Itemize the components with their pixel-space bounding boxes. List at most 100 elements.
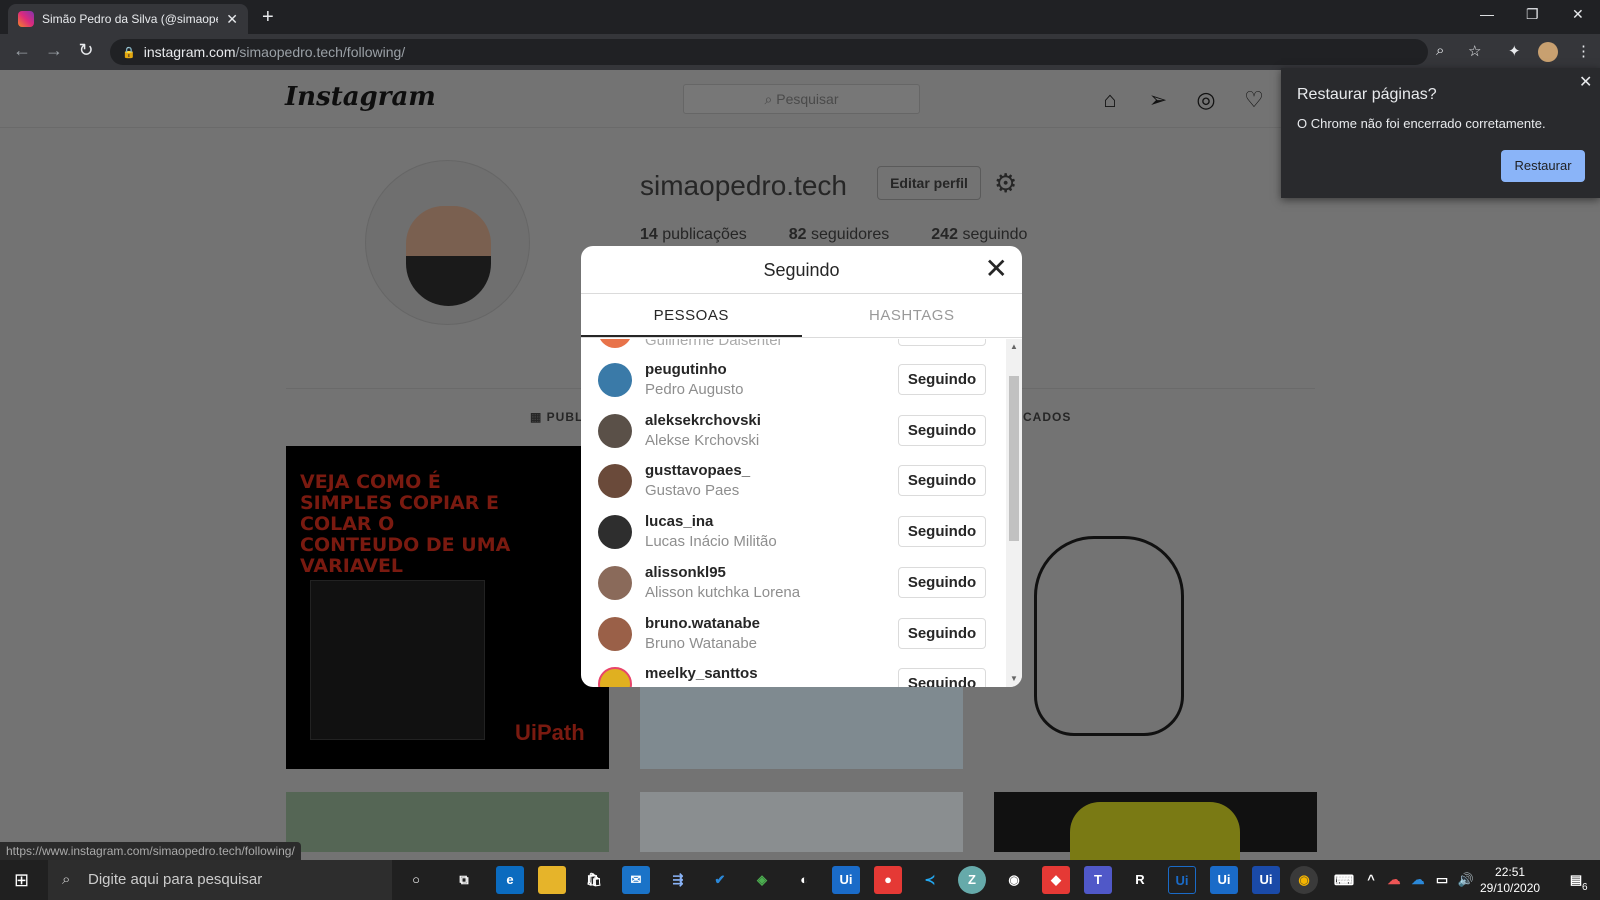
list-item-username[interactable]: lucas_ina [645, 513, 713, 530]
list-item-username[interactable]: alissonkl95 [645, 564, 726, 581]
following-list[interactable]: Guilherme Daisenter peugutinho Pedro Aug… [581, 339, 1022, 687]
settings-gear-icon[interactable]: ⚙ [994, 168, 1017, 199]
list-item: peugutinho Pedro Augusto Seguindo [581, 356, 1005, 406]
following-button[interactable]: Seguindo [898, 567, 986, 598]
obs-icon[interactable]: ◐ [790, 866, 818, 894]
uipath-assistant-icon[interactable]: Ui [1168, 866, 1196, 894]
list-item-username[interactable]: aleksekrchovski [645, 412, 761, 429]
anydesk-icon[interactable]: ◆ [1042, 866, 1070, 894]
uipath-studio-icon[interactable]: Ui [832, 866, 860, 894]
avatar[interactable] [598, 566, 632, 600]
zoom-icon[interactable]: ⌕ [1436, 42, 1444, 59]
app-icon-4[interactable]: ◉ [1000, 866, 1028, 894]
windows-start-icon[interactable]: ⊞ [14, 870, 29, 891]
post-thumbnail-5[interactable] [640, 792, 963, 852]
app-icon-1[interactable]: ⇶ [664, 866, 692, 894]
search-input[interactable]: ⌕ Pesquisar [683, 84, 920, 114]
chrome-menu-icon[interactable]: ⋮ [1576, 42, 1591, 60]
app-icon-3[interactable]: Z [958, 866, 986, 894]
scroll-down-icon[interactable]: ▼ [1010, 674, 1018, 683]
record-icon[interactable]: ● [874, 866, 902, 894]
post-thumbnail-3[interactable] [994, 446, 1317, 769]
url-path: /simaopedro.tech/following/ [235, 44, 406, 60]
taskbar-clock[interactable]: 22:51 29/10/2020 [1480, 864, 1540, 896]
avatar[interactable] [598, 617, 632, 651]
popup-title: Restaurar páginas? [1297, 86, 1437, 103]
profile-picture[interactable] [365, 160, 530, 325]
close-window-icon[interactable]: ✕ [1572, 6, 1584, 23]
extensions-icon[interactable]: ✦ [1508, 42, 1521, 60]
following-stat[interactable]: 242 seguindo [931, 226, 1027, 244]
app-icon-2[interactable]: ◈ [748, 866, 776, 894]
minimize-icon[interactable]: — [1480, 6, 1494, 22]
tab-tagged[interactable]: CADOS [1023, 410, 1071, 424]
avatar[interactable] [598, 363, 632, 397]
taskbar-search-placeholder: Digite aqui para pesquisar [88, 871, 263, 888]
post-thumbnail-6[interactable] [994, 792, 1317, 860]
list-item-username[interactable]: bruno.watanabe [645, 615, 760, 632]
close-icon[interactable]: ✕ [985, 246, 1008, 292]
followers-stat[interactable]: 82 seguidores [789, 226, 890, 244]
post-thumbnail-4[interactable] [286, 792, 609, 852]
following-button[interactable]: Seguindo [898, 465, 986, 496]
scroll-up-icon[interactable]: ▲ [1010, 342, 1018, 351]
close-popup-icon[interactable]: ✕ [1579, 72, 1592, 92]
following-button[interactable]: Seguindo [898, 668, 986, 687]
restore-window-icon[interactable]: ❐ [1526, 6, 1539, 23]
avatar[interactable] [598, 414, 632, 448]
following-button[interactable]: Seguindo [898, 415, 986, 446]
app-icon-r[interactable]: R [1126, 866, 1154, 894]
following-button[interactable]: Seguindo [898, 618, 986, 649]
post-thumbnail-1[interactable]: VEJA COMO É SIMPLES COPIAR E COLAR O CON… [286, 446, 609, 769]
mail-icon[interactable]: ✉ [622, 866, 650, 894]
notification-count: 6 [1582, 882, 1588, 893]
list-item-name: Guilherme Daisenter [645, 339, 783, 349]
chrome-icon[interactable]: ◉ [1290, 866, 1318, 894]
following-button[interactable]: Seguindo [898, 516, 986, 547]
taskbar-search-input[interactable]: ⌕ Digite aqui para pesquisar [48, 860, 392, 900]
browser-tab[interactable]: Simão Pedro da Silva (@simaope ✕ [8, 4, 248, 34]
close-tab-icon[interactable]: ✕ [226, 11, 238, 28]
restore-button[interactable]: Restaurar [1501, 150, 1585, 182]
avatar[interactable] [598, 464, 632, 498]
tab-hashtags[interactable]: HASHTAGS [802, 294, 1023, 337]
new-tab-icon[interactable]: + [262, 6, 274, 29]
activity-heart-icon[interactable]: ♡ [1241, 87, 1267, 113]
edge-icon[interactable]: e [496, 866, 524, 894]
list-item-username[interactable]: gusttavopaes_ [645, 462, 750, 479]
vscode-icon[interactable]: ≺ [916, 866, 944, 894]
file-explorer-icon[interactable] [538, 866, 566, 894]
edit-profile-button[interactable]: Editar perfil [877, 166, 981, 200]
bookmark-star-icon[interactable]: ☆ [1468, 42, 1481, 60]
tab-title: Simão Pedro da Silva (@simaope [42, 12, 219, 26]
teams-icon[interactable]: T [1084, 866, 1112, 894]
profile-avatar[interactable] [1538, 42, 1558, 62]
todo-icon[interactable]: ✔ [706, 866, 734, 894]
avatar[interactable] [598, 339, 632, 348]
keyboard-icon[interactable]: ⌨ [1330, 866, 1358, 894]
explore-icon[interactable]: ◎ [1193, 87, 1219, 113]
reload-icon[interactable]: ↻ [70, 40, 102, 61]
uipath-robot-icon[interactable]: Ui [1210, 866, 1238, 894]
volume-icon[interactable]: 🔊 [1452, 866, 1480, 894]
task-view-icon[interactable]: ⧉ [450, 866, 478, 894]
list-item-username[interactable]: peugutinho [645, 361, 727, 378]
instagram-logo[interactable]: Instagram [285, 82, 436, 112]
back-icon[interactable]: ← [6, 40, 38, 61]
scrollbar-thumb[interactable] [1009, 376, 1019, 541]
following-button[interactable]: Seguindo [898, 364, 986, 395]
snapcode [1070, 802, 1240, 860]
tab-pessoas[interactable]: PESSOAS [581, 294, 802, 337]
store-icon[interactable]: 🛍 [580, 866, 608, 894]
uipath-orchestrator-icon[interactable]: Ui [1252, 866, 1280, 894]
cortana-icon[interactable]: ○ [402, 866, 430, 894]
avatar[interactable] [598, 515, 632, 549]
list-item-username[interactable]: meelky_santtos [645, 665, 758, 682]
tab-posts[interactable]: ▦ PUBL [530, 410, 583, 424]
direct-message-icon[interactable]: ➢ [1145, 87, 1171, 113]
avatar[interactable] [598, 667, 632, 687]
forward-icon[interactable]: → [38, 40, 70, 61]
home-icon[interactable]: ⌂ [1097, 87, 1123, 113]
following-button[interactable] [898, 339, 986, 346]
address-bar[interactable]: 🔒 instagram.com/simaopedro.tech/followin… [110, 39, 1428, 65]
